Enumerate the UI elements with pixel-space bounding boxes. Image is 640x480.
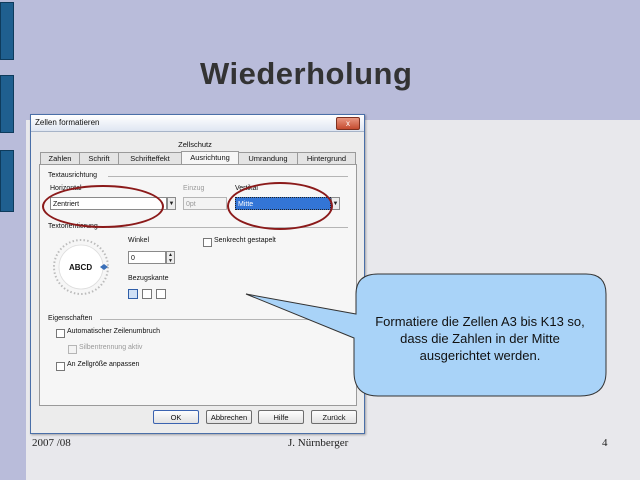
dialog-titlebar: Zellen formatieren x: [31, 115, 364, 132]
callout-text: Formatiere die Zellen A3 bis K13 so, das…: [375, 314, 585, 363]
silbentrennung-label: Silbentrennung aktiv: [79, 344, 143, 351]
tab-zellschutz[interactable]: Zellschutz: [37, 139, 353, 151]
highlight-ellipse-vertikal: [227, 182, 333, 230]
section-textausrichtung: Textausrichtung: [48, 172, 98, 179]
edge-top-icon[interactable]: [142, 289, 152, 299]
chevron-down-icon[interactable]: ▼: [167, 197, 176, 210]
edge-inside-icon[interactable]: [156, 289, 166, 299]
zellgroesse-checkbox[interactable]: [56, 362, 65, 371]
abbrechen-button[interactable]: Abbrechen: [206, 410, 252, 424]
zellgroesse-label: An Zellgröße anpassen: [67, 361, 140, 368]
einzug-label: Einzug: [183, 185, 205, 192]
bezugskante-label: Bezugskante: [128, 275, 169, 282]
senkrecht-label: Senkrecht gestapelt: [214, 237, 276, 244]
divider: [108, 227, 348, 228]
slide-title: Wiederholung: [200, 56, 413, 91]
winkel-field[interactable]: 0: [128, 251, 166, 264]
ok-button[interactable]: OK: [153, 410, 199, 424]
footer-author: J. Nürnberger: [288, 437, 349, 449]
edge-bottom-icon[interactable]: [128, 289, 138, 299]
senkrecht-checkbox[interactable]: [203, 238, 212, 247]
decorative-bar-2: [0, 75, 14, 133]
winkel-label: Winkel: [128, 237, 150, 244]
auto-umbruch-label: Automatischer Zeilenumbruch: [67, 328, 160, 335]
dial-sample-text: ABCD: [69, 263, 93, 272]
einzug-field[interactable]: 0pt: [183, 197, 227, 210]
footer-page-number: 4: [602, 437, 608, 449]
dialog-title: Zellen formatieren: [35, 118, 100, 127]
hilfe-button[interactable]: Hilfe: [258, 410, 304, 424]
decorative-bar-3: [0, 150, 14, 212]
winkel-spin-icon[interactable]: ▲ ▼: [166, 251, 175, 264]
section-eigenschaften: Eigenschaften: [48, 315, 93, 322]
silbentrennung-checkbox[interactable]: [68, 345, 77, 354]
decorative-bar-1: [0, 2, 14, 60]
zurueck-button[interactable]: Zurück: [311, 410, 357, 424]
footer-date: 2007 /08: [32, 437, 71, 449]
close-icon[interactable]: x: [336, 117, 360, 130]
auto-umbruch-checkbox[interactable]: [56, 329, 65, 338]
tab-ausrichtung[interactable]: Ausrichtung: [181, 151, 239, 165]
highlight-ellipse-horizontal: [42, 185, 164, 228]
divider: [108, 176, 348, 177]
